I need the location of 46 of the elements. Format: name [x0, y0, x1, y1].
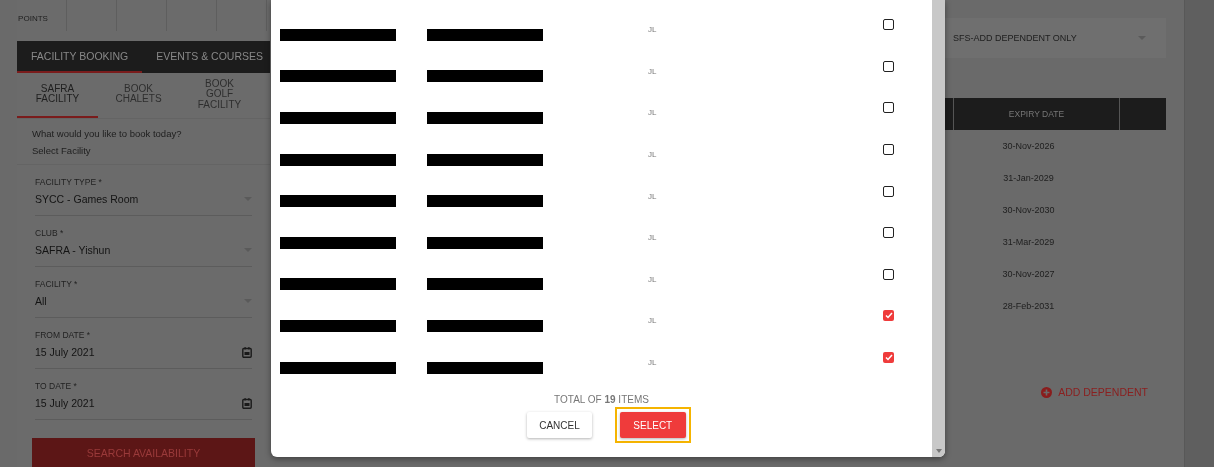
- total-items-text: TOTAL OF 19 ITEMS: [553, 394, 650, 406]
- scrollbar[interactable]: [932, 0, 945, 457]
- date-field[interactable]: TO DATE * 15 July 2021: [35, 381, 252, 421]
- sub-tab[interactable]: BOOK GOLF FACILITY: [179, 72, 260, 118]
- table-cell: JL: [648, 25, 657, 35]
- table-cell-text: 30-Nov-2030: [1001, 204, 1056, 217]
- table-cell-text: 30-Nov-2027: [1001, 268, 1056, 281]
- table-cell-text: 31-Jan-2029: [1002, 172, 1055, 185]
- row-checkbox[interactable]: [883, 102, 895, 114]
- sub-tab[interactable]: SAFRA FACILITY: [17, 72, 98, 118]
- table-cell: JL: [648, 233, 657, 243]
- row-checkbox[interactable]: [883, 227, 895, 239]
- date-field[interactable]: FROM DATE * 15 July 2021: [35, 330, 252, 370]
- plus-circle-icon: [1041, 386, 1053, 398]
- column-header: EXPIRY DATE: [953, 98, 1119, 130]
- booking-tab[interactable]: FACILITY BOOKING: [17, 41, 143, 73]
- table-cell-text: 28-Feb-2031: [1001, 300, 1056, 313]
- scroll-down-arrow-icon: [935, 449, 942, 453]
- row-checkbox[interactable]: [883, 60, 895, 72]
- cancel-button[interactable]: CANCEL: [527, 412, 592, 439]
- table-cell: JL: [648, 108, 657, 118]
- select-field[interactable]: CLUB * SAFRA - Yishun: [35, 227, 252, 267]
- row-checkbox[interactable]: [883, 19, 895, 31]
- calendar-icon: [242, 346, 252, 358]
- table-cell: JL: [648, 358, 657, 368]
- section-title: Select Facility: [17, 138, 270, 165]
- select-field[interactable]: FACILITY * All: [35, 278, 252, 319]
- calendar-icon: [242, 397, 252, 409]
- row-checkbox[interactable]: [883, 268, 895, 280]
- table-cell-text: 31-Mar-2029: [1001, 236, 1056, 249]
- table-cell: JL: [648, 191, 657, 201]
- row-checkbox[interactable]: [883, 352, 895, 364]
- select-button[interactable]: SELECT: [619, 412, 686, 439]
- search-availability-button[interactable]: SEARCH AVAILABILITY: [32, 438, 255, 467]
- table-cell: JL: [648, 274, 657, 284]
- prompt-text: What would you like to book today?: [31, 126, 183, 139]
- table-cell: JL: [648, 150, 657, 160]
- sub-tab[interactable]: BOOK CHALETS: [98, 72, 179, 118]
- table-cell-text: 30-Nov-2026: [1001, 140, 1056, 153]
- row-checkbox[interactable]: [883, 185, 895, 197]
- select-field[interactable]: FACILITY TYPE * SYCC - Games Room: [35, 176, 252, 216]
- points-label: POINTS: [0, 0, 67, 32]
- table-cell: JL: [648, 316, 657, 326]
- row-checkbox[interactable]: [883, 310, 895, 322]
- row-checkbox[interactable]: [883, 144, 895, 156]
- table-cell: JL: [648, 66, 657, 76]
